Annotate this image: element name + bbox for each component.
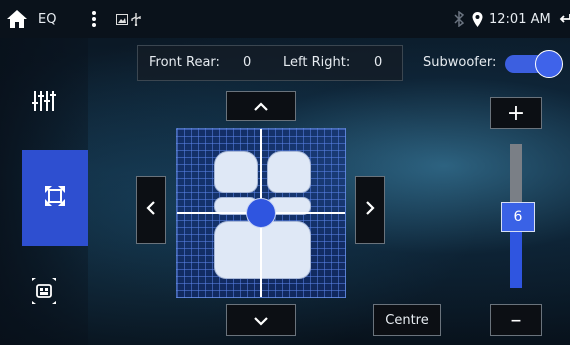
level-plus-button[interactable]: + [490, 97, 542, 129]
usb-icon [131, 0, 141, 38]
balance-grid[interactable] [176, 128, 346, 298]
chevron-left-icon [146, 200, 156, 220]
home-icon[interactable] [6, 0, 28, 38]
left-right-label: Left Right: [283, 55, 351, 70]
subwoofer-toggle[interactable] [505, 50, 563, 78]
back-icon[interactable] [559, 0, 570, 38]
chevron-up-icon [253, 97, 269, 116]
move-rear-button[interactable] [226, 304, 296, 336]
sidebar-item-balance[interactable] [22, 150, 88, 246]
sidebar-item-sound-field[interactable] [0, 276, 88, 310]
expand-corners-icon [44, 185, 66, 211]
bluetooth-icon [454, 0, 464, 38]
front-rear-value: 0 [243, 55, 252, 70]
front-rear-label: Front Rear: [149, 55, 220, 70]
seat-front-left [214, 151, 258, 193]
more-vert-icon[interactable] [91, 0, 97, 38]
centre-button[interactable]: Centre [373, 304, 441, 336]
chevron-right-icon [365, 200, 375, 220]
level-slider-thumb[interactable]: 6 [501, 202, 535, 232]
move-left-button[interactable] [136, 176, 166, 244]
status-bar: EQ 12:01 AM [0, 0, 570, 38]
sidebar [0, 38, 88, 345]
seat-front-right [267, 151, 311, 193]
left-right-value: 0 [374, 55, 383, 70]
clock-time: 12:01 AM [489, 11, 551, 27]
balance-readout: Front Rear: 0 Left Right: 0 [137, 45, 403, 81]
image-notification-icon [116, 0, 128, 38]
move-front-button[interactable] [226, 91, 296, 121]
seat-rear-bench [214, 221, 311, 279]
sidebar-item-equalizer[interactable] [0, 90, 88, 116]
seat-speakers-icon [31, 276, 57, 310]
subwoofer-label: Subwoofer: [423, 55, 497, 70]
app-screen: EQ 12:01 AM Front Rear: 0 Left Right: 0 … [0, 0, 570, 345]
chevron-down-icon [253, 311, 269, 330]
right-edge [570, 0, 587, 345]
sliders-icon [32, 90, 56, 116]
toggle-knob [535, 50, 563, 78]
balance-knob[interactable] [246, 198, 276, 228]
move-right-button[interactable] [355, 176, 385, 244]
location-icon [472, 0, 483, 38]
level-minus-button[interactable]: – [490, 304, 542, 336]
app-title: EQ [38, 11, 57, 27]
